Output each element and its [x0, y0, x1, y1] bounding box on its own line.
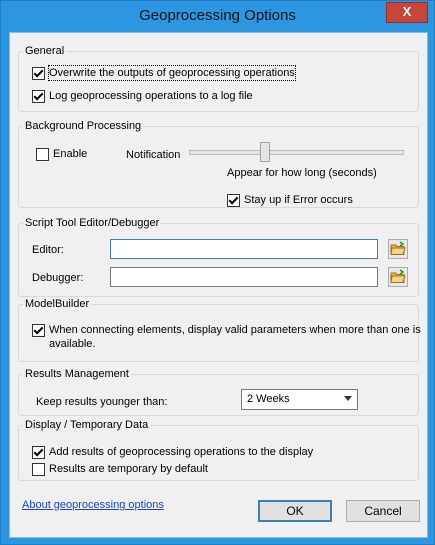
script-tool-legend: Script Tool Editor/Debugger: [25, 217, 160, 229]
overwrite-outputs-checkbox-box[interactable]: [32, 67, 45, 80]
log-operations-label: Log geoprocessing operations to a log fi…: [49, 90, 253, 102]
notification-slider-thumb[interactable]: [260, 142, 271, 162]
add-results-label: Add results of geoprocessing operations …: [49, 446, 314, 458]
overwrite-outputs-label: Overwrite the outputs of geoprocessing o…: [48, 65, 296, 81]
display-valid-parameters-line2: available.: [49, 338, 96, 350]
stay-up-error-label: Stay up if Error occurs: [244, 194, 353, 206]
debugger-input[interactable]: [110, 267, 378, 287]
close-icon: X: [402, 4, 412, 19]
enable-background-checkbox[interactable]: Enable: [36, 147, 87, 161]
editor-browse-button[interactable]: [388, 239, 408, 259]
cancel-button[interactable]: Cancel: [346, 500, 420, 522]
results-temporary-checkbox[interactable]: Results are temporary by default: [32, 462, 208, 476]
display-valid-parameters-checkbox[interactable]: When connecting elements, display valid …: [32, 323, 421, 351]
results-temporary-checkbox-box[interactable]: [32, 463, 45, 476]
dialog-body: General Overwrite the outputs of geoproc…: [9, 32, 428, 538]
enable-background-label: Enable: [53, 148, 88, 160]
background-processing-legend: Background Processing: [25, 120, 142, 132]
editor-label-row: Editor:: [32, 243, 64, 257]
notification-label: Notification: [126, 149, 181, 161]
display-valid-parameters-checkbox-box[interactable]: [32, 324, 45, 337]
title-bar[interactable]: Geoprocessing Options X: [1, 1, 434, 31]
general-legend: General: [25, 45, 65, 57]
stay-up-error-checkbox-box[interactable]: [227, 194, 240, 207]
log-operations-checkbox[interactable]: Log geoprocessing operations to a log fi…: [32, 89, 253, 103]
stay-up-error-checkbox[interactable]: Stay up if Error occurs: [227, 193, 353, 207]
display-valid-parameters-line1: When connecting elements, display valid …: [49, 324, 421, 336]
enable-background-checkbox-box[interactable]: [36, 148, 49, 161]
results-management-legend: Results Management: [25, 368, 129, 380]
folder-open-icon: [390, 269, 406, 283]
editor-input[interactable]: [110, 239, 378, 259]
debugger-label-row: Debugger:: [32, 271, 83, 285]
add-results-checkbox[interactable]: Add results of geoprocessing operations …: [32, 445, 313, 459]
log-operations-checkbox-box[interactable]: [32, 90, 45, 103]
close-button[interactable]: X: [386, 2, 428, 23]
debugger-label: Debugger:: [32, 272, 84, 284]
slider-caption: Appear for how long (seconds): [227, 167, 377, 179]
background-processing-group: Background Processing: [18, 120, 419, 208]
debugger-browse-button[interactable]: [388, 267, 408, 287]
overwrite-outputs-checkbox[interactable]: Overwrite the outputs of geoprocessing o…: [32, 65, 296, 81]
dialog-title: Geoprocessing Options: [139, 7, 296, 24]
folder-open-icon: [390, 241, 406, 255]
keep-results-label-row: Keep results younger than:: [36, 395, 167, 409]
display-valid-parameters-label: When connecting elements, display valid …: [49, 323, 421, 351]
chevron-down-icon: [344, 396, 352, 401]
keep-results-value: 2 Weeks: [247, 393, 290, 405]
about-geoprocessing-link[interactable]: About geoprocessing options: [22, 499, 164, 511]
display-temporary-legend: Display / Temporary Data: [25, 419, 149, 431]
ok-button[interactable]: OK: [258, 500, 332, 522]
results-temporary-label: Results are temporary by default: [49, 463, 208, 475]
keep-results-select[interactable]: 2 Weeks: [241, 389, 358, 410]
notification-label-row: Notification: [126, 148, 180, 162]
notification-slider-track[interactable]: [189, 150, 404, 155]
dialog-window: Geoprocessing Options X General Overwrit…: [0, 0, 435, 545]
slider-caption-row: Appear for how long (seconds): [227, 166, 377, 180]
keep-results-label: Keep results younger than:: [36, 396, 168, 408]
modelbuilder-legend: ModelBuilder: [25, 298, 90, 310]
editor-label: Editor:: [32, 244, 64, 256]
add-results-checkbox-box[interactable]: [32, 446, 45, 459]
